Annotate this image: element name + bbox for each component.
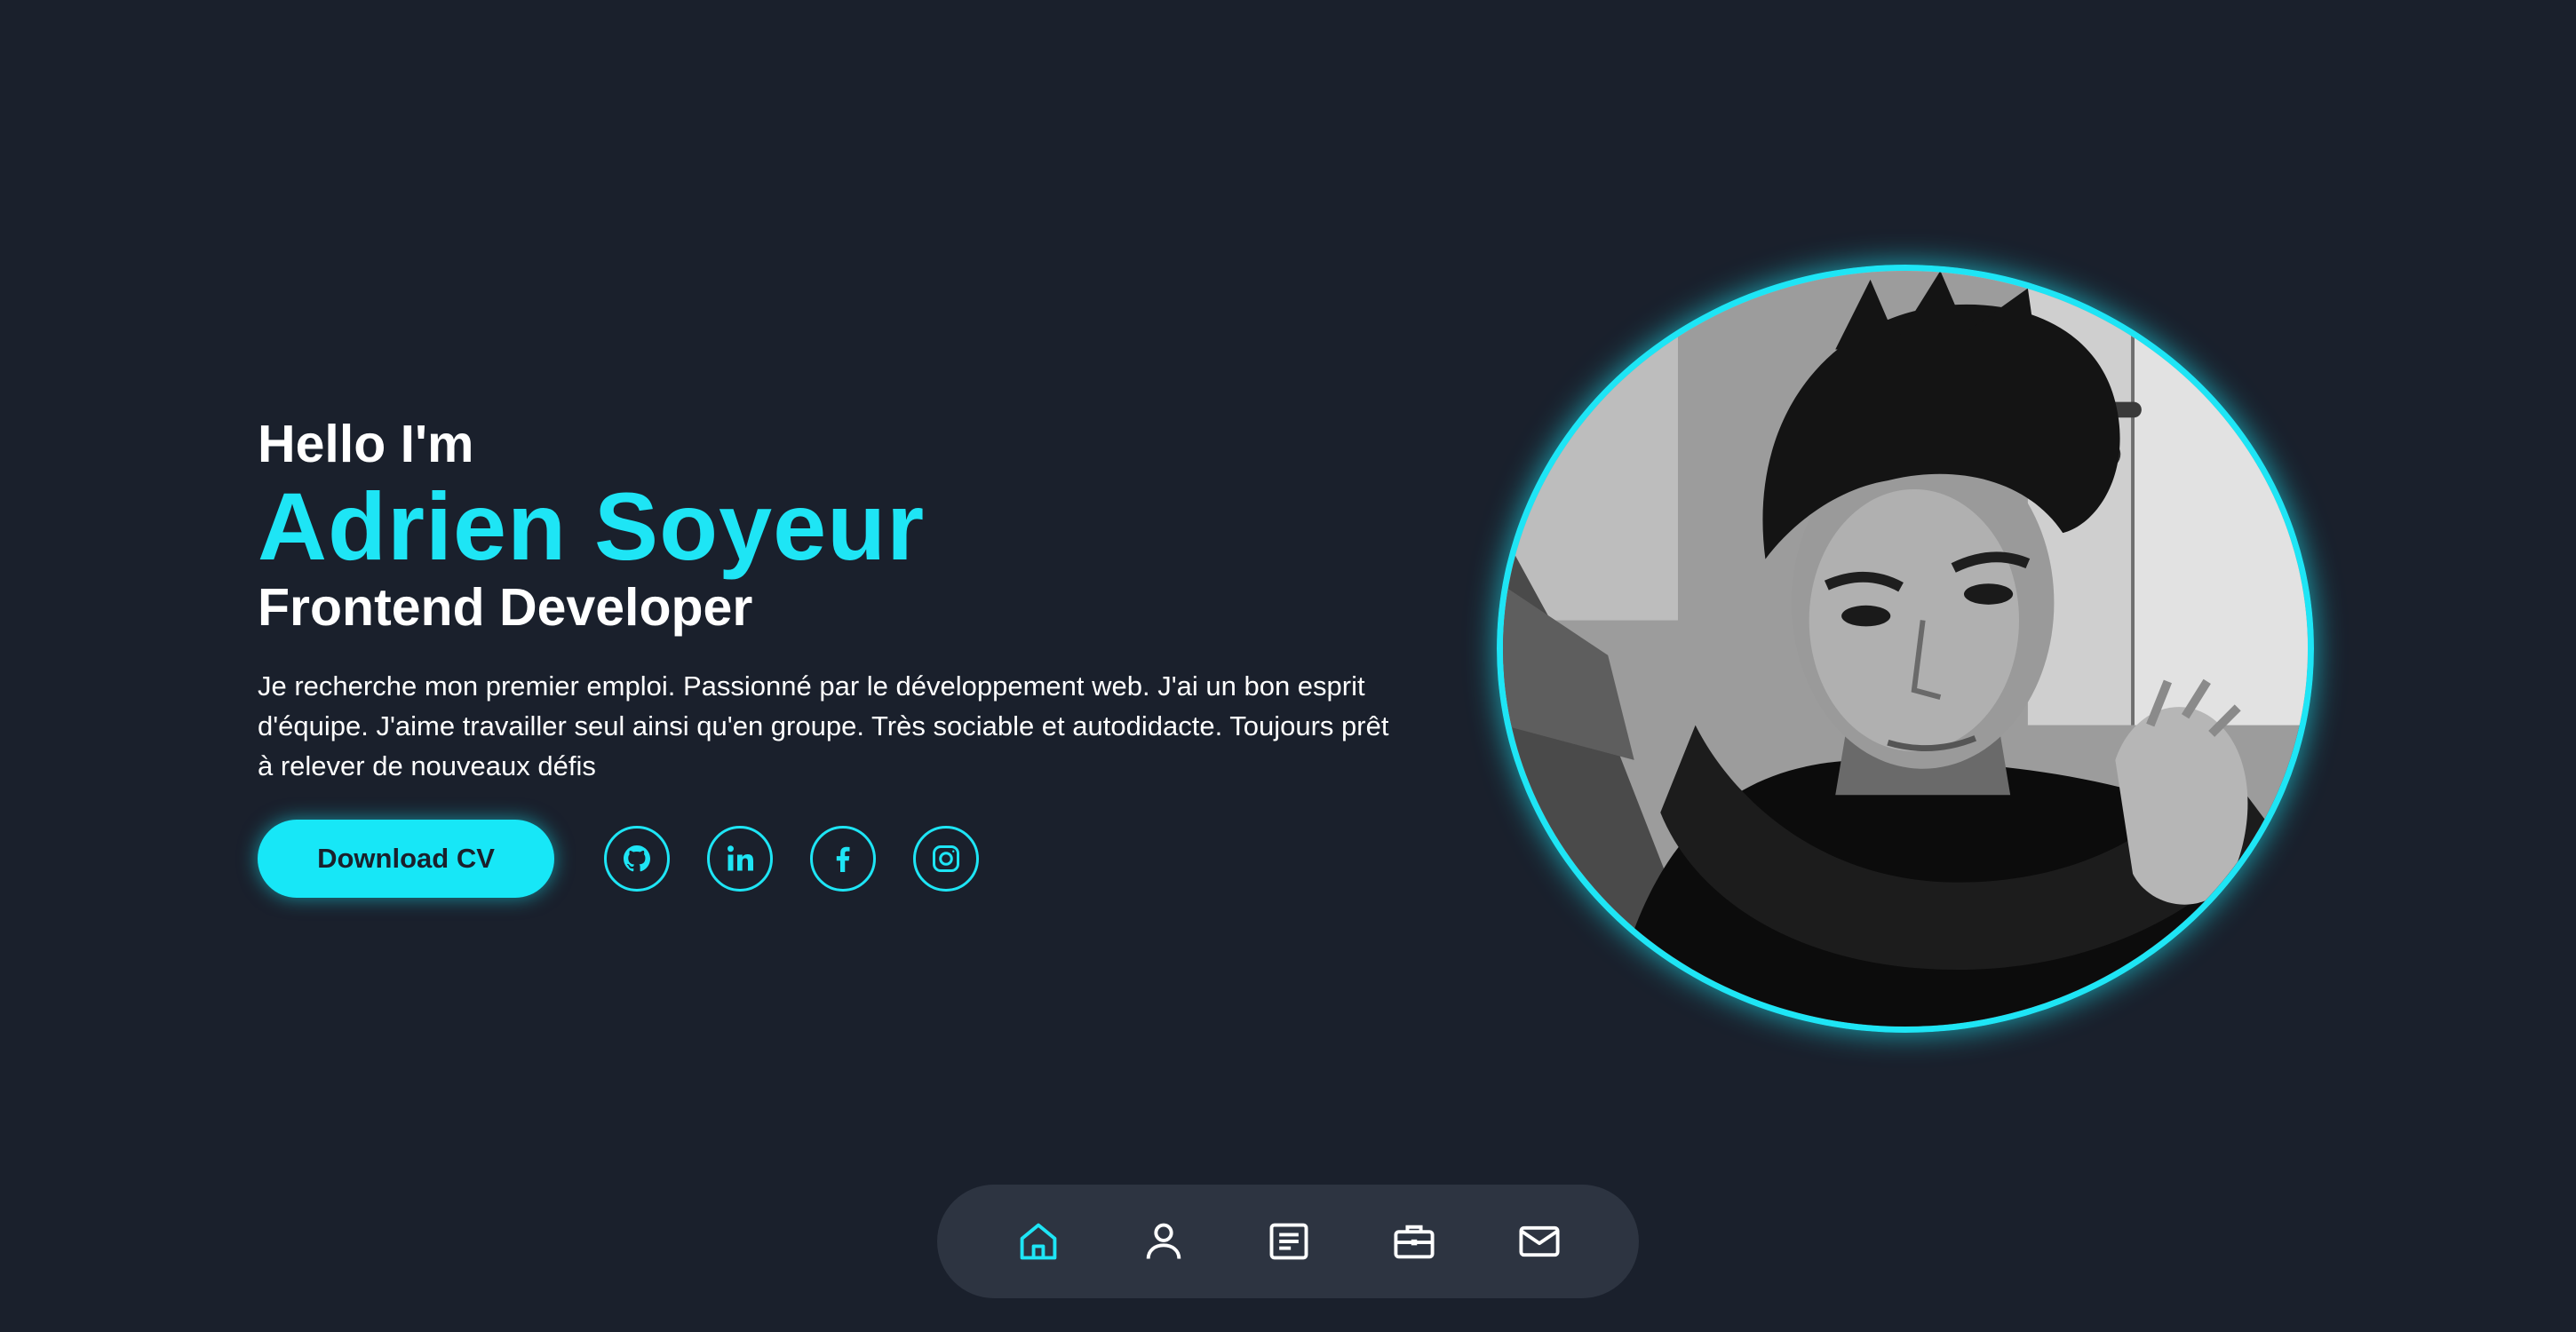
nav-resume[interactable]	[1264, 1217, 1314, 1266]
page: Hello I'm Adrien Soyeur Frontend Develop…	[0, 0, 2576, 1332]
hero-name: Adrien Soyeur	[258, 472, 926, 580]
user-icon	[1146, 1223, 1181, 1259]
bottom-nav	[937, 1185, 1639, 1298]
document-icon	[1269, 1223, 1308, 1260]
hero-greeting: Hello I'm	[258, 415, 474, 473]
nav-home[interactable]	[1014, 1217, 1063, 1266]
linkedin-link[interactable]	[707, 826, 773, 892]
mail-icon	[1519, 1225, 1560, 1257]
linkedin-icon	[727, 845, 753, 871]
instagram-link[interactable]	[913, 826, 979, 892]
facebook-link[interactable]	[810, 826, 876, 892]
nav-portfolio[interactable]	[1389, 1217, 1439, 1266]
facebook-icon	[836, 846, 850, 872]
home-icon	[1020, 1223, 1057, 1260]
download-cv-button[interactable]: Download CV	[258, 820, 554, 898]
github-link[interactable]	[604, 826, 670, 892]
nav-contact[interactable]	[1515, 1217, 1564, 1266]
profile-photo-image	[1503, 271, 2308, 1027]
hero-actions: Download CV	[258, 820, 1412, 898]
hero-bio: Je recherche mon premier emploi. Passion…	[258, 670, 1389, 781]
briefcase-icon	[1394, 1225, 1435, 1259]
profile-photo	[1497, 265, 2314, 1033]
instagram-icon	[933, 845, 959, 872]
hero-section: Hello I'm Adrien Soyeur Frontend Develop…	[258, 410, 1412, 898]
hero-role: Frontend Developer	[258, 578, 753, 637]
nav-about[interactable]	[1139, 1217, 1189, 1266]
github-icon	[624, 845, 650, 872]
